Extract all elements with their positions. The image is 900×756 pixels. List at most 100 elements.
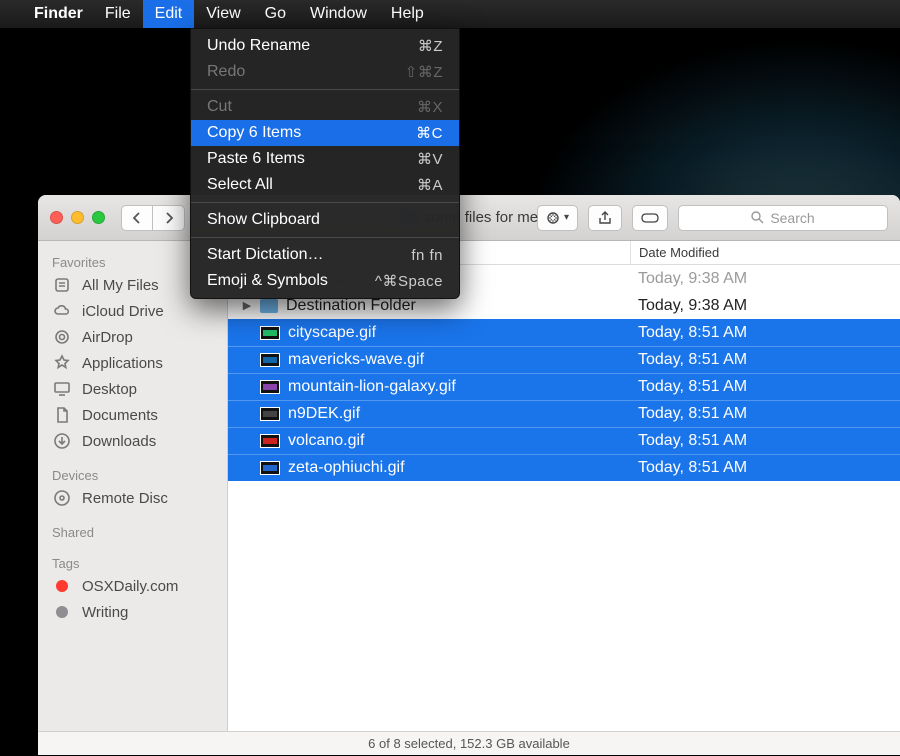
- folder-icon: [260, 299, 278, 313]
- menu-item-label: Undo Rename: [207, 37, 310, 55]
- tag-dot-icon: [52, 603, 72, 621]
- sidebar-item-downloads[interactable]: Downloads: [38, 428, 227, 454]
- menu-item-select-all[interactable]: Select All ⌘A: [191, 172, 459, 198]
- file-date: Today, 9:38 AM: [630, 297, 900, 315]
- file-row[interactable]: volcano.gif Today, 8:51 AM: [228, 427, 900, 454]
- file-list: Name Date Modified .DS_StoreToday, 9:38 …: [228, 241, 900, 731]
- window-controls: [50, 211, 105, 224]
- sidebar-section-devices: Devices: [38, 464, 227, 485]
- sidebar-section-tags: Tags: [38, 552, 227, 573]
- disclosure-triangle-icon[interactable]: ▶: [242, 299, 252, 312]
- cloud-icon: [52, 302, 72, 320]
- status-bar: 6 of 8 selected, 152.3 GB available: [38, 731, 900, 755]
- minimize-button[interactable]: [71, 211, 84, 224]
- sidebar-section-shared: Shared: [38, 521, 227, 542]
- sidebar-item-applications[interactable]: Applications: [38, 350, 227, 376]
- file-name: Destination Folder: [286, 297, 416, 315]
- apps-icon: [52, 354, 72, 372]
- sidebar-item-label: OSXDaily.com: [82, 578, 178, 595]
- sidebar-item-label: Applications: [82, 355, 163, 372]
- menu-item-label: Select All: [207, 176, 273, 194]
- menu-item-start-dictation-[interactable]: Start Dictation…fn fn: [191, 242, 459, 268]
- menu-edit[interactable]: Edit: [143, 0, 195, 28]
- menu-item-shortcut: ⌘A: [417, 176, 443, 194]
- file-row[interactable]: mavericks-wave.gifToday, 8:51 AM: [228, 346, 900, 373]
- column-header-date[interactable]: Date Modified: [630, 241, 900, 264]
- file-name: volcano.gif: [288, 432, 365, 450]
- search-field[interactable]: Search: [678, 205, 888, 231]
- close-button[interactable]: [50, 211, 63, 224]
- file-row[interactable]: zeta-ophiuchi.gif Today, 8:51 AM: [228, 454, 900, 481]
- image-file-icon: [260, 434, 280, 448]
- file-date: Today, 8:51 AM: [630, 351, 900, 369]
- sidebar-item-label: Desktop: [82, 381, 137, 398]
- menu-help[interactable]: Help: [379, 0, 436, 28]
- menu-item-label: Paste 6 Items: [207, 150, 305, 168]
- desktop-icon: [52, 380, 72, 398]
- zoom-button[interactable]: [92, 211, 105, 224]
- menu-item-shortcut: ⌘X: [417, 98, 443, 116]
- menu-view[interactable]: View: [194, 0, 252, 28]
- menu-item-undo-rename[interactable]: Undo Rename ⌘Z: [191, 33, 459, 59]
- search-placeholder: Search: [770, 210, 814, 226]
- action-menu-button[interactable]: ▾: [537, 205, 578, 231]
- sidebar-tag-osxdaily-com[interactable]: OSXDaily.com: [38, 573, 227, 599]
- menubar: Finder FileEditViewGoWindowHelp: [0, 0, 900, 28]
- menu-separator: [191, 202, 459, 203]
- nav-buttons: [121, 205, 185, 231]
- forward-button[interactable]: [153, 205, 185, 231]
- file-date: Today, 8:51 AM: [630, 432, 900, 450]
- file-row[interactable]: n9DEK.gifToday, 8:51 AM: [228, 400, 900, 427]
- image-file-icon: [260, 326, 280, 340]
- share-button[interactable]: [588, 205, 622, 231]
- finder-window: some files for me ▾ Search Favorites All…: [38, 195, 900, 755]
- image-file-icon: [260, 353, 280, 367]
- menu-item-label: Redo: [207, 63, 245, 81]
- file-name: cityscape.gif: [288, 324, 376, 342]
- file-date: Today, 8:51 AM: [630, 405, 900, 423]
- app-name[interactable]: Finder: [24, 5, 93, 23]
- sidebar-item-label: iCloud Drive: [82, 303, 164, 320]
- file-date: Today, 8:51 AM: [630, 324, 900, 342]
- sidebar-item-remote-disc[interactable]: Remote Disc: [38, 485, 227, 511]
- menu-go[interactable]: Go: [253, 0, 298, 28]
- downloads-icon: [52, 432, 72, 450]
- chevron-down-icon: ▾: [564, 212, 569, 223]
- image-file-icon: [260, 380, 280, 394]
- all-files-icon: [52, 276, 72, 294]
- sidebar-item-label: Documents: [82, 407, 158, 424]
- menu-item-show-clipboard[interactable]: Show Clipboard: [191, 207, 459, 233]
- file-name: zeta-ophiuchi.gif: [288, 459, 405, 477]
- sidebar-item-desktop[interactable]: Desktop: [38, 376, 227, 402]
- back-button[interactable]: [121, 205, 153, 231]
- menu-item-shortcut: ⇧⌘Z: [405, 63, 443, 81]
- sidebar: Favorites All My FilesiCloud DriveAirDro…: [38, 241, 228, 731]
- file-row[interactable]: cityscape.gif Today, 8:51 AM: [228, 319, 900, 346]
- sidebar-tag-writing[interactable]: Writing: [38, 599, 227, 625]
- tag-dot-icon: [52, 577, 72, 595]
- sidebar-item-documents[interactable]: Documents: [38, 402, 227, 428]
- image-file-icon: [260, 407, 280, 421]
- file-name: mountain-lion-galaxy.gif: [288, 378, 456, 396]
- menu-item-label: Emoji & Symbols: [207, 272, 328, 290]
- menu-item-shortcut: ⌘Z: [418, 37, 443, 55]
- menu-item-label: Cut: [207, 98, 232, 116]
- menu-item-label: Show Clipboard: [207, 211, 320, 229]
- sidebar-item-label: Downloads: [82, 433, 156, 450]
- menu-file[interactable]: File: [93, 0, 143, 28]
- sidebar-item-label: All My Files: [82, 277, 159, 294]
- menu-item-emoji-symbols[interactable]: Emoji & Symbols^⌘Space: [191, 268, 459, 294]
- menu-item-paste-6-items[interactable]: Paste 6 Items⌘V: [191, 146, 459, 172]
- menu-item-shortcut: ⌘C: [416, 124, 443, 142]
- sidebar-item-icloud-drive[interactable]: iCloud Drive: [38, 298, 227, 324]
- menu-item-copy-6-items[interactable]: Copy 6 Items⌘C: [191, 120, 459, 146]
- file-row[interactable]: mountain-lion-galaxy.gifToday, 8:51 AM: [228, 373, 900, 400]
- menu-separator: [191, 89, 459, 90]
- sidebar-item-airdrop[interactable]: AirDrop: [38, 324, 227, 350]
- menu-item-redo: Redo ⇧⌘Z: [191, 59, 459, 85]
- sidebar-item-label: AirDrop: [82, 329, 133, 346]
- menu-window[interactable]: Window: [298, 0, 379, 28]
- tags-button[interactable]: [632, 205, 668, 231]
- edit-menu-dropdown: Undo Rename⌘ZRedo⇧⌘ZCut⌘XCopy 6 Items⌘CP…: [190, 28, 460, 299]
- file-date: Today, 8:51 AM: [630, 459, 900, 477]
